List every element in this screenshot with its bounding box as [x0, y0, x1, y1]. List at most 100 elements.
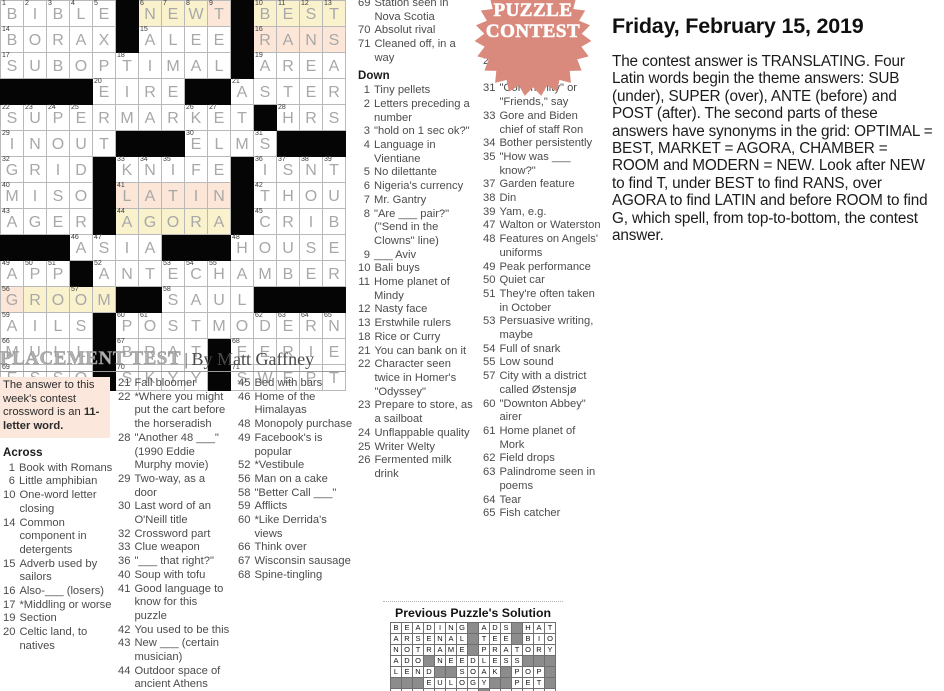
- clue-item[interactable]: 26 Fermented milk drink: [358, 454, 476, 481]
- crossword-cell[interactable]: I: [115, 234, 139, 261]
- crossword-cell[interactable]: U: [276, 234, 300, 261]
- clue-item[interactable]: 57 City with a district called Østensjø: [483, 370, 601, 397]
- crossword-cell[interactable]: B: [322, 208, 346, 235]
- clue-item[interactable]: 24 Unflappable quality: [358, 427, 476, 441]
- clue-item[interactable]: 62 Field drops: [483, 452, 601, 466]
- crossword-cell[interactable]: T: [138, 260, 162, 287]
- crossword-cell[interactable]: 14 B: [0, 26, 24, 53]
- crossword-cell[interactable]: I: [184, 182, 208, 209]
- clue-item[interactable]: 22 Character seen twice in Homer's "Odyss…: [358, 358, 476, 399]
- crossword-cell[interactable]: 12 S: [299, 0, 323, 27]
- crossword-cell[interactable]: 42 T: [253, 182, 277, 209]
- clue-item[interactable]: 1 Book with Romans: [3, 462, 115, 476]
- crossword-cell[interactable]: 32 G: [0, 156, 24, 183]
- clue-item[interactable]: 60 "Downton Abbey" airer: [483, 398, 601, 425]
- crossword-cell[interactable]: L: [46, 312, 70, 339]
- crossword-cell[interactable]: 4L: [69, 0, 93, 27]
- clue-item[interactable]: 10 Bali buys: [358, 262, 476, 276]
- clue-item[interactable]: 7 Mr. Gantry: [358, 194, 476, 208]
- crossword-cell[interactable]: E: [322, 234, 346, 261]
- crossword-cell[interactable]: S: [46, 182, 70, 209]
- crossword-cell[interactable]: I: [115, 78, 139, 105]
- crossword-cell[interactable]: R: [184, 208, 208, 235]
- clue-item[interactable]: 21 You can bank on it: [358, 345, 476, 359]
- crossword-cell[interactable]: 55 H: [207, 260, 231, 287]
- clue-item[interactable]: 58 "Better Call ___": [238, 487, 356, 501]
- crossword-cell[interactable]: A: [69, 26, 93, 53]
- crossword-cell[interactable]: S: [322, 104, 346, 131]
- crossword-cell[interactable]: O: [299, 182, 323, 209]
- clue-item[interactable]: 52 *Vestibule: [238, 459, 356, 473]
- crossword-cell[interactable]: I: [138, 52, 162, 79]
- clue-item[interactable]: 22 *Where you might put the cart before t…: [118, 391, 230, 432]
- crossword-cell[interactable]: R: [46, 26, 70, 53]
- crossword-cell[interactable]: 60 P: [115, 312, 139, 339]
- crossword-cell[interactable]: O: [253, 234, 277, 261]
- clue-item[interactable]: 71 Cleaned off, in a way: [358, 38, 476, 65]
- crossword-cell[interactable]: 26 K: [184, 104, 208, 131]
- clue-item[interactable]: 42 You used to be this: [118, 624, 230, 638]
- crossword-cell[interactable]: L: [161, 26, 185, 53]
- clue-item[interactable]: 70 Absolut rival: [358, 24, 476, 38]
- clue-item[interactable]: 20 Celtic land, to natives: [3, 626, 115, 653]
- crossword-cell[interactable]: 20 E: [92, 78, 116, 105]
- clue-item[interactable]: 23 Prepare to store, as a sailboat: [358, 399, 476, 426]
- crossword-cell[interactable]: E: [207, 26, 231, 53]
- crossword-cell[interactable]: 49 A: [0, 260, 24, 287]
- crossword-cell[interactable]: E: [299, 52, 323, 79]
- clue-item[interactable]: 64 Tear: [483, 494, 601, 508]
- crossword-cell[interactable]: S: [322, 26, 346, 53]
- clue-item[interactable]: 38 Din: [483, 192, 601, 206]
- clue-item[interactable]: 65 Fish catcher: [483, 507, 601, 521]
- clue-item[interactable]: 6 Nigeria's currency: [358, 180, 476, 194]
- crossword-cell[interactable]: U: [23, 52, 47, 79]
- crossword-cell[interactable]: O: [69, 182, 93, 209]
- crossword-cell[interactable]: L: [230, 286, 254, 313]
- clue-item[interactable]: 39 Yam, e.g.: [483, 206, 601, 220]
- crossword-cell[interactable]: R: [23, 156, 47, 183]
- crossword-cell[interactable]: M: [161, 52, 185, 79]
- clue-item[interactable]: 68 Spine-tingling: [238, 569, 356, 583]
- crossword-cell[interactable]: 1B: [0, 0, 24, 27]
- clue-item[interactable]: 55 Low sound: [483, 356, 601, 370]
- crossword-cell[interactable]: 10 B: [253, 0, 277, 27]
- crossword-cell[interactable]: N: [23, 130, 47, 157]
- crossword-cell[interactable]: 39 T: [322, 156, 346, 183]
- crossword-cell[interactable]: E: [299, 260, 323, 287]
- crossword-cell[interactable]: X: [92, 26, 116, 53]
- clue-item[interactable]: 8 "Are ___ pair?" ("Send in the Clowns" l…: [358, 208, 476, 249]
- crossword-cell[interactable]: B: [46, 52, 70, 79]
- crossword-cell[interactable]: 23 U: [23, 104, 47, 131]
- crossword-cell[interactable]: O: [230, 312, 254, 339]
- crossword-cell[interactable]: R: [23, 286, 47, 313]
- crossword-cell[interactable]: S: [253, 78, 277, 105]
- crossword-cell[interactable]: L: [207, 52, 231, 79]
- crossword-cell[interactable]: R: [161, 104, 185, 131]
- clue-item[interactable]: 5 No dilettante: [358, 166, 476, 180]
- clue-item[interactable]: 44 Outdoor space of ancient Athens: [118, 665, 230, 691]
- clue-item[interactable]: 17 *Middling or worse: [3, 599, 115, 613]
- crossword-cell[interactable]: 21 A: [230, 78, 254, 105]
- crossword-cell[interactable]: 6N: [138, 0, 162, 27]
- crossword-cell[interactable]: 59 A: [0, 312, 24, 339]
- crossword-cell[interactable]: 8W: [184, 0, 208, 27]
- crossword-grid-table[interactable]: 1 B 2 I 3 B 4 L 5 E 6 N 7 E 8 W 9 T 10 B 11 E 12 S 13 T 14 B O R A X 15 A…: [0, 0, 346, 391]
- crossword-cell[interactable]: T: [230, 104, 254, 131]
- crossword-cell[interactable]: P: [92, 52, 116, 79]
- crossword-cell[interactable]: A: [230, 260, 254, 287]
- crossword-cell[interactable]: O: [23, 26, 47, 53]
- crossword-cell[interactable]: 58 S: [161, 286, 185, 313]
- crossword-cell[interactable]: A: [138, 104, 162, 131]
- crossword-cell[interactable]: L: [207, 130, 231, 157]
- clue-item[interactable]: 56 Man on a cake: [238, 473, 356, 487]
- crossword-cell[interactable]: M: [230, 130, 254, 157]
- crossword-cell[interactable]: A: [276, 26, 300, 53]
- crossword-cell[interactable]: D: [69, 156, 93, 183]
- clue-item[interactable]: 6 Little amphibian: [3, 475, 115, 489]
- crossword-cell[interactable]: 62 D: [253, 312, 277, 339]
- crossword-cell[interactable]: 61 O: [138, 312, 162, 339]
- crossword-cell[interactable]: A: [138, 182, 162, 209]
- crossword-cell[interactable]: 11 E: [276, 0, 300, 27]
- crossword-cell[interactable]: 46 A: [69, 234, 93, 261]
- crossword-cell[interactable]: 43 A: [0, 208, 24, 235]
